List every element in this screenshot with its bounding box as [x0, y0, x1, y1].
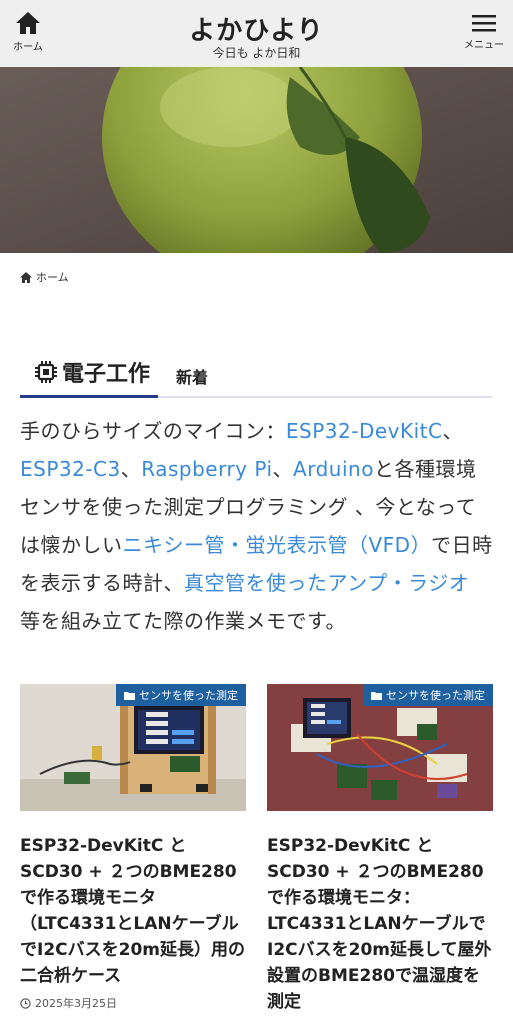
link-nixie-vfd[interactable]: ニキシー管・蛍光表示管（VFD）	[123, 533, 432, 557]
menu-button[interactable]: メニュー	[461, 12, 507, 58]
category-new-badge: 新着	[176, 368, 209, 387]
desc-text: 手のひらサイズのマイコン：	[20, 419, 286, 443]
menu-label: メニュー	[464, 40, 504, 51]
clock-icon	[20, 997, 31, 1009]
breadcrumb-home-link[interactable]: ホーム	[36, 269, 69, 285]
site-header: ホーム よかひより 今日も よか日和 メニュー	[0, 0, 513, 67]
desc-text: 、	[442, 419, 463, 443]
category-tag-label: センサを使った測定	[139, 689, 238, 702]
desc-text: 、	[272, 457, 294, 481]
folder-icon	[124, 691, 135, 700]
link-esp32-devkitc[interactable]: ESP32-DevKitC	[286, 419, 443, 443]
chip-icon	[35, 361, 57, 383]
article-card[interactable]: センサを使った測定 ESP32-DevKitC と SCD30 + ２つのBME…	[20, 684, 246, 1011]
hamburger-icon	[472, 15, 496, 32]
category-title-text: 電子工作	[62, 362, 151, 387]
article-thumbnail[interactable]: センサを使った測定	[267, 684, 493, 811]
article-card[interactable]: センサを使った測定 ESP32-DevKitC と SCD30 + ２つのBME…	[267, 684, 493, 1015]
site-title[interactable]: よかひより	[0, 10, 513, 47]
article-date: 2025年3月25日	[20, 995, 246, 1011]
link-vacuum-tube[interactable]: 真空管を使ったアンプ・ラジオ	[184, 571, 469, 595]
home-icon	[20, 271, 32, 283]
category-heading: 電子工作 新着	[20, 350, 492, 398]
link-arduino[interactable]: Arduino	[293, 457, 374, 481]
category-title: 電子工作	[34, 356, 150, 388]
desc-text: 等を組み立てた際の作業メモです。	[20, 609, 346, 633]
article-title[interactable]: ESP32-DevKitC と SCD30 + ２つのBME280で作る環境モニ…	[267, 833, 493, 1015]
category-tag[interactable]: センサを使った測定	[116, 684, 246, 706]
category-underline	[20, 395, 158, 398]
link-raspberry-pi[interactable]: Raspberry Pi	[141, 457, 272, 481]
folder-icon	[371, 691, 382, 700]
article-title[interactable]: ESP32-DevKitC と SCD30 + ２つのBME280で作る環境モニ…	[20, 833, 246, 989]
article-date-text: 2025年3月25日	[35, 997, 117, 1010]
category-tag-label: センサを使った測定	[386, 689, 485, 702]
site-tagline: 今日も よか日和	[212, 46, 301, 60]
category-tag[interactable]: センサを使った測定	[363, 684, 493, 706]
hero-image	[0, 67, 513, 253]
breadcrumb: ホーム	[20, 269, 69, 285]
desc-text: 、	[120, 457, 142, 481]
article-thumbnail[interactable]: センサを使った測定	[20, 684, 246, 811]
category-description: 手のひらサイズのマイコン：ESP32-DevKitC、ESP32-C3、Rasp…	[20, 412, 495, 640]
link-esp32-c3[interactable]: ESP32-C3	[20, 457, 121, 481]
